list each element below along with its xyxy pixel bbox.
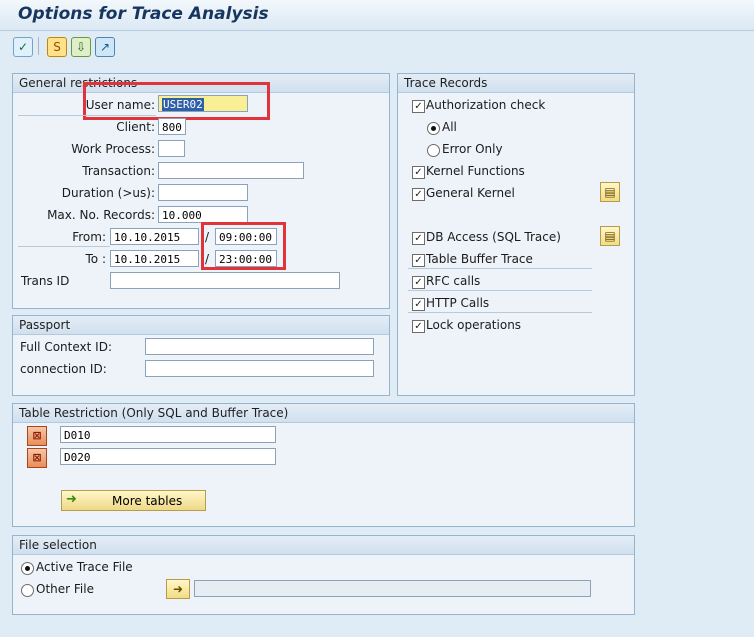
table-input[interactable]: D010 [60, 426, 276, 443]
toolbar-separator [38, 37, 39, 55]
authorization-check-checkbox[interactable]: ✓ [412, 100, 425, 113]
user-name-input[interactable]: USER02 [158, 95, 248, 112]
lock-operations-checkbox[interactable]: ✓ [412, 320, 425, 333]
table-restriction-header: Table Restriction (Only SQL and Buffer T… [13, 404, 634, 423]
transaction-label: Transaction: [82, 164, 155, 178]
error-only-label: Error Only [442, 142, 503, 156]
max-records-input[interactable]: 10.000 [158, 206, 248, 223]
db-access-label: DB Access (SQL Trace) [426, 230, 561, 244]
other-file-input[interactable] [194, 580, 591, 597]
from-separator: / [205, 230, 210, 244]
kernel-functions-label: Kernel Functions [426, 164, 525, 178]
rfc-calls-checkbox[interactable]: ✓ [412, 276, 425, 289]
from-date-input[interactable]: 10.10.2015 [110, 228, 199, 245]
general-kernel-checkbox[interactable]: ✓ [412, 188, 425, 201]
client-input[interactable]: 800 [158, 118, 186, 135]
error-only-radio[interactable] [427, 144, 440, 157]
to-date-input[interactable]: 10.10.2015 [110, 250, 199, 267]
table-buffer-trace-label: Table Buffer Trace [426, 252, 533, 266]
trans-id-label: Trans ID [21, 274, 70, 288]
connection-id-input[interactable] [145, 360, 374, 377]
browse-file-button[interactable]: ➜ [166, 579, 190, 599]
general-kernel-label: General Kernel [426, 186, 515, 200]
transaction-input[interactable] [158, 162, 304, 179]
http-calls-label: HTTP Calls [426, 296, 490, 310]
work-process-input[interactable] [158, 140, 185, 157]
trace-records-header: Trace Records [398, 74, 634, 93]
authorization-check-label: Authorization check [426, 98, 546, 112]
db-access-details-button[interactable]: ▤ [600, 226, 620, 246]
db-access-checkbox[interactable]: ✓ [412, 232, 425, 245]
page-title: Options for Trace Analysis [18, 4, 269, 24]
max-records-label: Max. No. Records: [47, 208, 155, 222]
duration-label: Duration (>us): [61, 186, 155, 200]
duration-input[interactable] [158, 184, 248, 201]
all-label: All [442, 120, 457, 134]
delete-row-icon[interactable]: ⊠ [27, 426, 47, 446]
active-trace-file-label: Active Trace File [36, 560, 133, 574]
load-icon[interactable]: ⇩ [71, 37, 91, 57]
arrow-icon: ➜ [66, 492, 77, 507]
rfc-calls-label: RFC calls [426, 274, 481, 288]
table-buffer-trace-checkbox[interactable]: ✓ [412, 254, 425, 267]
user-name-value: USER02 [162, 98, 204, 111]
all-radio[interactable] [427, 122, 440, 135]
from-time-input[interactable]: 09:00:00 [215, 228, 277, 245]
separator-line [408, 290, 592, 291]
toolbar: ✓ S ⇩ ↗ [0, 31, 754, 61]
client-label: Client: [116, 120, 155, 134]
work-process-label: Work Process: [71, 142, 155, 156]
kernel-functions-checkbox[interactable]: ✓ [412, 166, 425, 179]
user-name-label: User name: [85, 98, 155, 112]
general-kernel-details-button[interactable]: ▤ [600, 182, 620, 202]
full-context-id-label: Full Context ID: [20, 340, 112, 354]
separator-line [408, 312, 592, 313]
more-tables-label: More tables [112, 494, 183, 508]
save-icon[interactable]: ↗ [95, 37, 115, 57]
passport-header: Passport [13, 316, 389, 335]
lock-operations-label: Lock operations [426, 318, 522, 332]
execute-icon[interactable]: ✓ [13, 37, 33, 57]
settings-icon[interactable]: S [47, 37, 67, 57]
trans-id-input[interactable] [110, 272, 340, 289]
connection-id-label: connection ID: [20, 362, 107, 376]
table-input[interactable]: D020 [60, 448, 276, 465]
to-time-input[interactable]: 23:00:00 [215, 250, 277, 267]
separator-line [408, 268, 592, 269]
separator-line [18, 246, 110, 247]
delete-row-icon[interactable]: ⊠ [27, 448, 47, 468]
to-separator: / [205, 252, 210, 266]
separator-line [18, 115, 156, 116]
http-calls-checkbox[interactable]: ✓ [412, 298, 425, 311]
full-context-id-input[interactable] [145, 338, 374, 355]
other-file-label: Other File [36, 582, 94, 596]
from-label: From: [72, 230, 106, 244]
more-tables-button[interactable]: ➜ More tables [61, 490, 206, 511]
active-trace-file-radio[interactable] [21, 562, 34, 575]
other-file-radio[interactable] [21, 584, 34, 597]
file-selection-header: File selection [13, 536, 634, 555]
to-label: To : [85, 252, 107, 266]
